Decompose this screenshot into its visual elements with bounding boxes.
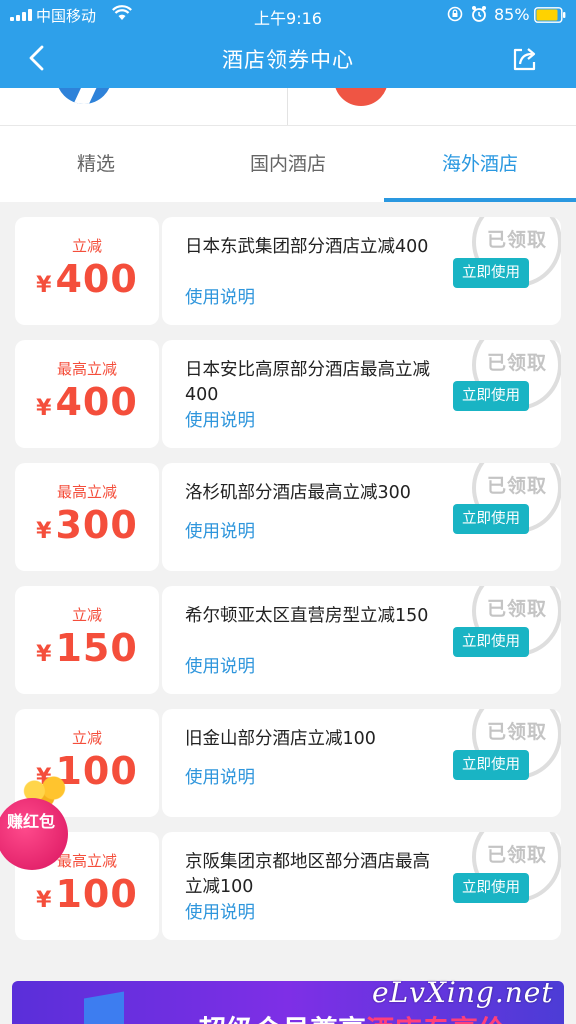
promo-text: 超级会员尊享酒店专享价 [198,1009,506,1024]
use-now-button[interactable]: 立即使用 [453,873,529,903]
coupon-info-panel: 已领取 洛杉矶部分酒店最高立减300 使用说明 立即使用 [162,463,561,571]
coupon-amount: ¥300 [15,503,159,547]
coupon-title: 旧金山部分酒店立减100 [185,729,376,749]
coupon-info-panel: 已领取 希尔顿亚太区直营房型立减150 使用说明 立即使用 [162,586,561,694]
share-icon[interactable] [510,44,540,74]
banner-divider [287,88,288,125]
stamp-text: 已领取 [486,229,547,251]
coupon-info-panel: 已领取 旧金山部分酒店立减100 使用说明 立即使用 [162,709,561,817]
battery-percent: 85% [494,5,530,24]
nav-bar: 酒店领券中心 [0,30,576,88]
category-banner [0,88,576,126]
coupon-card: 立减¥100已领取旧金山部分酒店立减100使用说明立即使用 [15,709,561,817]
tab-overseas-hotels[interactable]: 海外酒店 [384,126,576,202]
coupon-type-label: 立减 [71,606,102,624]
currency-symbol: ¥ [36,888,52,913]
tab-domestic-hotels[interactable]: 国内酒店 [192,126,384,202]
watermark: eLvXing.net [372,976,554,1009]
battery-icon [534,7,566,23]
usage-instructions-link[interactable]: 使用说明 [185,899,255,924]
coupon-amount: ¥100 [15,872,159,916]
currency-symbol: ¥ [36,642,52,667]
stamp-text: 已领取 [486,598,547,620]
coupon-amount: ¥150 [15,626,159,670]
coupon-type-label: 最高立减 [56,483,117,501]
coupon-info-panel: 已领取 日本安比高原部分酒店最高立减400 使用说明 立即使用 [162,340,561,448]
alarm-icon [472,6,486,22]
coupon-title: 希尔顿亚太区直营房型立减150 [185,606,429,626]
usage-instructions-link[interactable]: 使用说明 [185,407,255,432]
usage-instructions-link[interactable]: 使用说明 [185,764,255,789]
coupon-type-label: 立减 [71,729,102,747]
use-now-button[interactable]: 立即使用 [453,750,529,780]
coupon-card: 最高立减 ¥300 已领取 洛杉矶部分酒店最高立减300 使用说明 立即使用 [15,463,561,571]
coupon-amount-value: 300 [55,503,138,547]
coupon-value-panel: 最高立减 ¥300 [15,463,159,571]
coupon-card: 立减 ¥400 已领取 日本东武集团部分酒店立减400 使用说明 立即使用 [15,217,561,325]
use-now-button[interactable]: 立即使用 [453,381,529,411]
coupon-type-label: 立减 [71,237,102,255]
coupon-value-panel: 最高立减 ¥400 [15,340,159,448]
stamp-text: 已领取 [486,844,547,866]
coupon-amount-value: 100 [55,872,138,916]
tab-bar: 精选 国内酒店 海外酒店 [0,126,576,202]
coupon-title: 日本安比高原部分酒店最高立减400 [185,360,430,405]
coupon-title: 日本东武集团部分酒店立减400 [185,237,429,257]
currency-symbol: ¥ [36,396,52,421]
promo-text-highlight: 酒店专享价 [366,1014,506,1024]
tab-featured[interactable]: 精选 [0,126,192,202]
coupon-title: 京阪集团京都地区部分酒店最高立减100 [185,852,430,897]
category-icon-left[interactable] [56,88,112,104]
coupon-amount-value: 400 [55,380,138,424]
stamp-text: 已领取 [486,352,547,374]
active-tab-indicator [384,198,576,202]
coupon-amount-value: 150 [55,626,138,670]
status-bar: 中国移动 上午9:16 85% [0,0,576,30]
page-title: 酒店领券中心 [222,48,354,72]
coupon-amount-value: 400 [55,257,138,301]
coupon-info-panel: 已领取 京阪集团京都地区部分酒店最高立减100 使用说明 立即使用 [162,832,561,940]
use-now-button[interactable]: 立即使用 [453,258,529,288]
building-icon [84,991,124,1024]
coupon-card: 最高立减 ¥100 已领取 京阪集团京都地区部分酒店最高立减100 使用说明 立即使用 [15,832,561,940]
usage-instructions-link[interactable]: 使用说明 [185,284,255,309]
currency-symbol: ¥ [36,273,52,298]
usage-instructions-link[interactable]: 使用说明 [185,653,255,678]
coupon-card: 最高立减 ¥400 已领取 日本安比高原部分酒店最高立减400 使用说明 立即使用 [15,340,561,448]
promo-text-start: 超级会员尊享 [198,1014,366,1024]
coupon-value-panel: 立减 ¥150 [15,586,159,694]
top-bar: 中国移动 上午9:16 85% 酒店领券中心 [0,0,576,88]
status-time: 上午9:16 [254,9,322,28]
stamp-text: 已领取 [486,475,547,497]
use-now-button[interactable]: 立即使用 [453,504,529,534]
currency-symbol: ¥ [36,519,52,544]
use-now-button[interactable]: 立即使用 [453,627,529,657]
category-icon-right[interactable] [334,88,388,106]
usage-instructions-link[interactable]: 使用说明 [185,518,255,543]
red-bag-icon [0,798,68,870]
rotation-lock-icon [447,6,463,22]
stamp-text: 已领取 [486,721,547,743]
coupon-card: 立减 ¥150 已领取 希尔顿亚太区直营房型立减150 使用说明 立即使用 [15,586,561,694]
coupon-amount: ¥400 [15,257,159,301]
coupon-title: 洛杉矶部分酒店最高立减300 [185,483,411,503]
earn-red-packet-button[interactable]: 赚红包 [0,776,70,876]
coupon-type-label: 最高立减 [56,360,117,378]
coupon-amount: ¥400 [15,380,159,424]
coupon-info-panel: 已领取 日本东武集团部分酒店立减400 使用说明 立即使用 [162,217,561,325]
red-packet-label: 赚红包 [6,812,55,831]
coupon-value-panel: 立减 ¥400 [15,217,159,325]
